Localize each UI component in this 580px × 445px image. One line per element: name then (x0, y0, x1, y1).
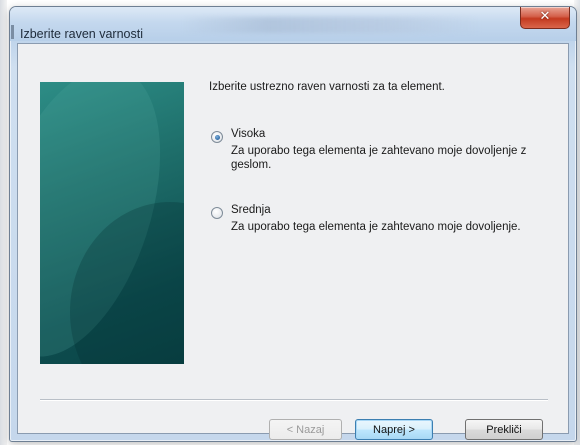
window-title: Izberite raven varnosti (20, 27, 143, 41)
radio-medium[interactable] (211, 207, 223, 219)
cancel-button[interactable]: Prekliči (465, 419, 543, 440)
desktop-edge-left (0, 0, 7, 445)
option-high-label[interactable]: Visoka (231, 128, 265, 140)
screen: Izberite raven varnosti ✕ Izberite ustre… (0, 0, 580, 445)
close-icon: ✕ (539, 9, 551, 24)
security-level-dialog: Izberite raven varnosti ✕ Izberite ustre… (9, 6, 577, 442)
option-medium-description: Za uporabo tega elementa je zahtevano mo… (231, 221, 521, 233)
title-bar-edge (11, 25, 14, 39)
radio-high[interactable] (211, 131, 223, 143)
instruction-text: Izberite ustrezno raven varnosti za ta e… (209, 81, 445, 93)
title-bar[interactable]: Izberite raven varnosti ✕ (10, 7, 576, 41)
back-button[interactable]: < Nazaj (269, 419, 342, 440)
dialog-body: Izberite ustrezno raven varnosti za ta e… (17, 43, 569, 440)
option-medium-label[interactable]: Srednja (231, 204, 271, 216)
close-button[interactable]: ✕ (520, 7, 570, 29)
next-button[interactable]: Naprej > (355, 419, 433, 440)
wizard-side-image (40, 82, 184, 364)
title-bar-glass (180, 17, 480, 33)
option-high-description: Za uporabo tega elementa je zahtevano mo… (231, 145, 527, 171)
button-divider (40, 399, 548, 401)
